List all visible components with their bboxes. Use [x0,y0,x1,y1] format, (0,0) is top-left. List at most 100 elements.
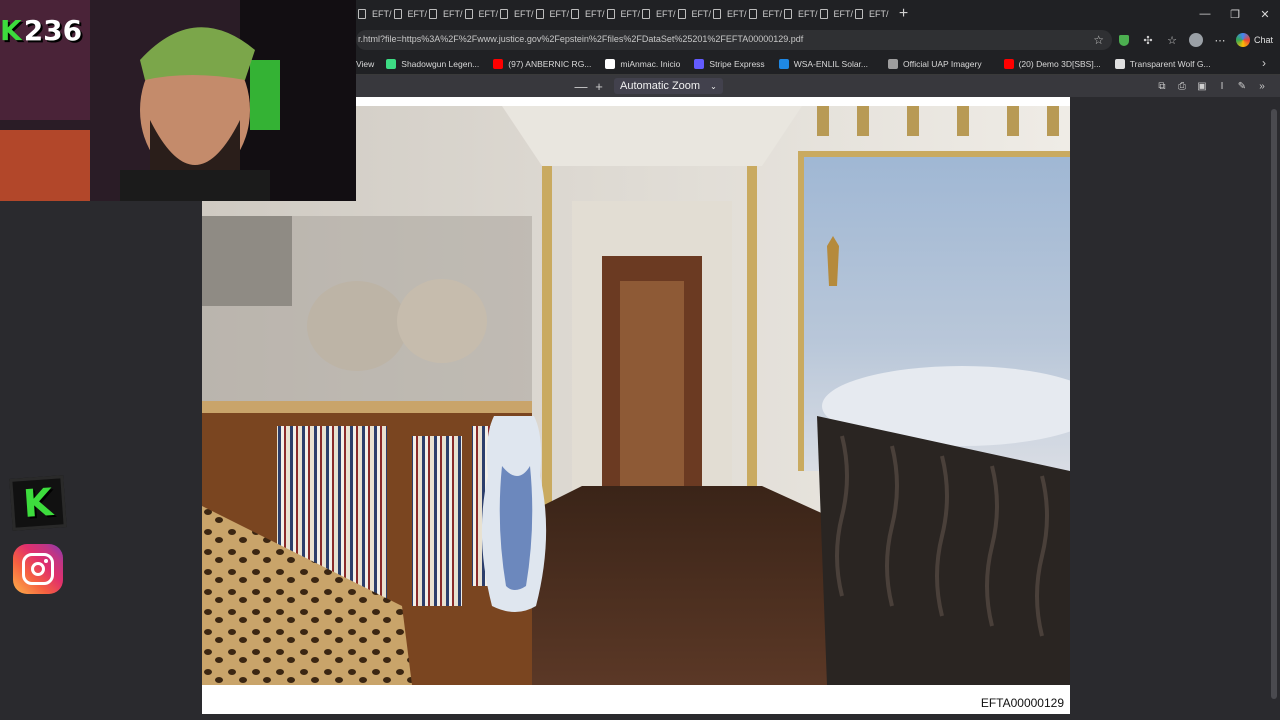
bookmark-favicon-icon [694,58,705,69]
browser-tab[interactable]: EFT/ [640,3,676,25]
bookmark-item[interactable]: Stripe Express [694,58,765,69]
browser-tab[interactable]: EFT/ [747,3,782,25]
bookmark-item[interactable]: (97) ANBERNIC RG... [493,58,592,69]
bookmark-label: (20) Demo 3D[SBS]... [1018,58,1101,69]
document-icon [393,9,402,19]
document-icon [819,9,828,19]
browser-tab[interactable]: EFT/ [534,3,569,25]
bookmark-label: WSA-ENLIL Solar... [793,58,869,69]
document-icon [642,9,650,19]
browser-tab[interactable]: EFT/ [605,3,641,25]
counter-value: 236 [23,14,83,47]
screen: EFT/EFT/EFT/EFT/EFT/EFT/EFT/EFT/EFT/EFT/… [0,0,1280,720]
favorites-icon[interactable]: ☆ [1160,30,1184,50]
zoom-value: Automatic Zoom [620,80,701,92]
chevron-down-icon: ⌄ [710,81,717,91]
minimize-button[interactable]: — [1190,0,1220,28]
chat-button[interactable]: Chat [1236,33,1273,47]
bookmark-list: View Shadowgun Legen... (97) ANBERNIC RG..… [356,52,1211,75]
zoom-select[interactable]: Automatic Zoom ⌄ [614,78,723,94]
extension-shield-icon[interactable] [1112,30,1136,50]
bookmarks-overflow-chevron-icon[interactable]: › [1262,56,1266,70]
restore-button[interactable]: ❐ [1220,0,1250,28]
browser-tab[interactable]: EFT/ [463,3,499,25]
new-tab-button[interactable]: + [897,5,911,23]
extensions-puzzle-icon[interactable]: ✣ [1136,30,1160,50]
zoom-controls: — + Automatic Zoom ⌄ [572,75,723,97]
k-logo-icon: K [0,14,22,47]
bookmark-item[interactable]: View [356,59,374,69]
browser-tab[interactable]: EFT/ [711,3,747,25]
bookmark-item[interactable]: Official UAP Imagery [888,58,982,69]
stream-counter: K 236 [0,14,82,47]
profile-avatar[interactable] [1184,30,1208,50]
browser-tab[interactable]: EFT/ [782,3,818,25]
window-controls: — ❐ ✕ [1190,0,1280,28]
document-icon [784,9,792,19]
browser-tab[interactable]: EFT/ [392,3,428,25]
print-icon[interactable]: ⎙ [1172,81,1192,92]
bookmark-favicon-icon [1114,58,1125,69]
bookmark-label: (97) ANBERNIC RG... [508,58,592,69]
more-menu-icon[interactable]: ⋯ [1208,30,1232,50]
browser-tab[interactable]: EFT/ [676,3,712,25]
bookmark-favicon-icon [888,58,899,69]
zoom-out-button[interactable]: — [572,79,590,94]
tab-label: EFT/ [869,9,889,19]
document-icon [748,9,757,19]
bookmark-favicon-icon [1003,58,1014,69]
bookmark-item[interactable]: miAnmac. Inicio [605,58,681,69]
browser-tab[interactable]: EFT/ [569,3,605,25]
browser-tab[interactable]: EFT/ [853,3,889,25]
address-bar[interactable]: r.html?file=https%3A%2F%2Fwww.justice.go… [356,30,1112,50]
instagram-icon [13,544,63,594]
zoom-in-button[interactable]: + [590,79,608,94]
chat-label: Chat [1254,35,1274,45]
tab-label: EFT/ [798,9,818,19]
pdf-tools: ⧉ ⎙ ▣ I ✎ » [1152,75,1272,97]
bookmark-star-icon[interactable]: ☆ [1093,33,1104,47]
tab-label: EFT/ [514,9,534,19]
tab-list: EFT/EFT/EFT/EFT/EFT/EFT/EFT/EFT/EFT/EFT/… [356,0,911,28]
document-icon [429,9,437,19]
bookmark-favicon-icon [778,58,789,69]
tab-label: EFT/ [691,9,712,19]
bookmark-favicon-icon [493,58,504,69]
bookmark-favicon-icon [386,58,397,69]
expand-sidebar-icon[interactable]: » [1252,81,1272,92]
document-icon [571,9,579,19]
tab-label: EFT/ [407,9,428,19]
browser-toolbar: ✣ ☆ ⋯ Chat [1112,30,1273,50]
bookmark-item[interactable]: Transparent Wolf G... [1114,58,1211,69]
bookmark-label: miAnmac. Inicio [620,58,681,69]
tab-label: EFT/ [620,9,641,19]
tab-label: EFT/ [727,9,747,19]
browser-tab[interactable]: EFT/ [356,3,392,25]
bookmark-label: Transparent Wolf G... [1129,58,1211,69]
document-icon [855,9,863,19]
bookmark-label: View [356,58,375,69]
bookmark-item[interactable]: WSA-ENLIL Solar... [778,58,869,69]
save-icon[interactable]: ▣ [1192,81,1212,92]
bookmark-item[interactable]: Shadowgun Legen... [386,58,479,69]
document-icon [606,9,615,19]
tab-label: EFT/ [585,9,605,19]
bookmark-item[interactable]: (20) Demo 3D[SBS]... [1003,58,1101,69]
tab-label: EFT/ [478,9,499,19]
url-text[interactable]: r.html?file=https%3A%2F%2Fwww.justice.go… [358,34,803,44]
close-button[interactable]: ✕ [1250,0,1280,28]
draw-icon[interactable]: ✎ [1232,81,1252,92]
tab-label: EFT/ [833,9,854,19]
bookmark-label: Official UAP Imagery [903,58,982,69]
copilot-icon [1236,33,1250,47]
webcam-overlay: K 236 [0,0,356,201]
document-icon [500,9,508,19]
browser-tab[interactable]: EFT/ [818,3,854,25]
text-cursor-icon[interactable]: I [1212,81,1232,92]
vertical-scrollbar[interactable] [1271,109,1277,699]
document-icon [358,9,366,19]
browser-tab[interactable]: EFT/ [498,3,534,25]
browser-tab[interactable]: EFT/ [427,3,463,25]
document-icon [713,9,721,19]
open-external-icon[interactable]: ⧉ [1152,81,1172,92]
